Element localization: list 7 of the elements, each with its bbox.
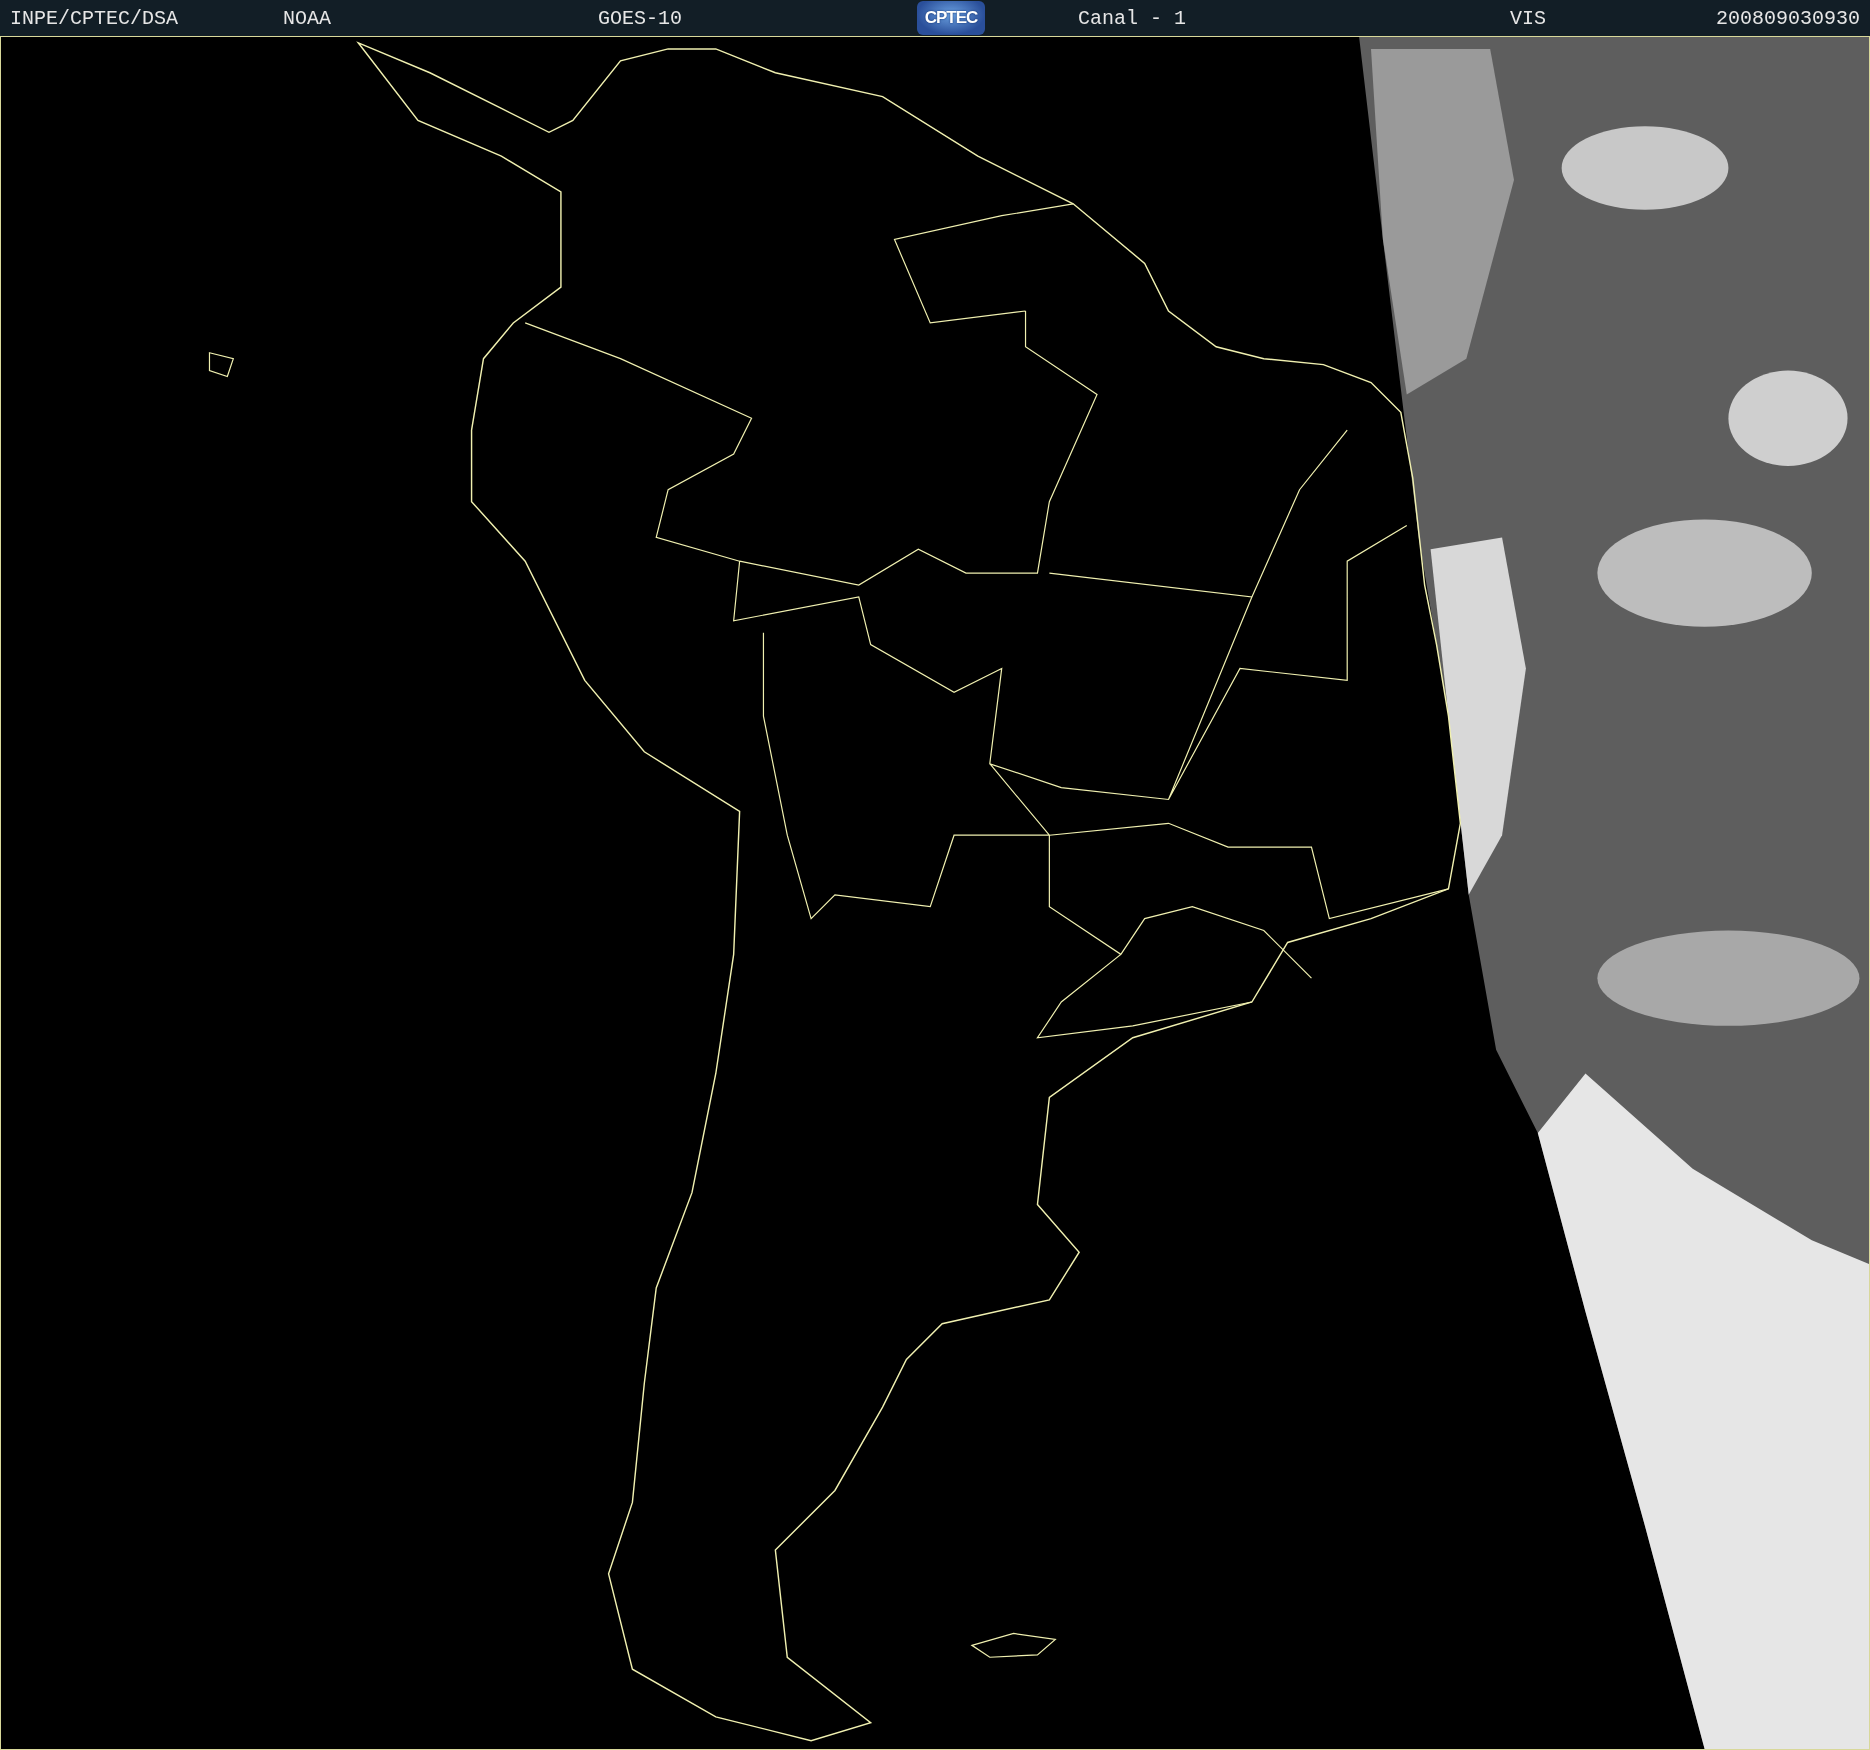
header-label: Canal - 1 [1078, 6, 1187, 30]
logo: CPTEC [917, 1, 985, 35]
header-label: NOAA [283, 6, 331, 30]
header-label: 200809030930 [1715, 6, 1860, 30]
header-label: VIS [1510, 6, 1546, 30]
header-label: INPE/CPTEC/DSA [10, 6, 179, 30]
header-label: GOES-10 [598, 6, 682, 30]
